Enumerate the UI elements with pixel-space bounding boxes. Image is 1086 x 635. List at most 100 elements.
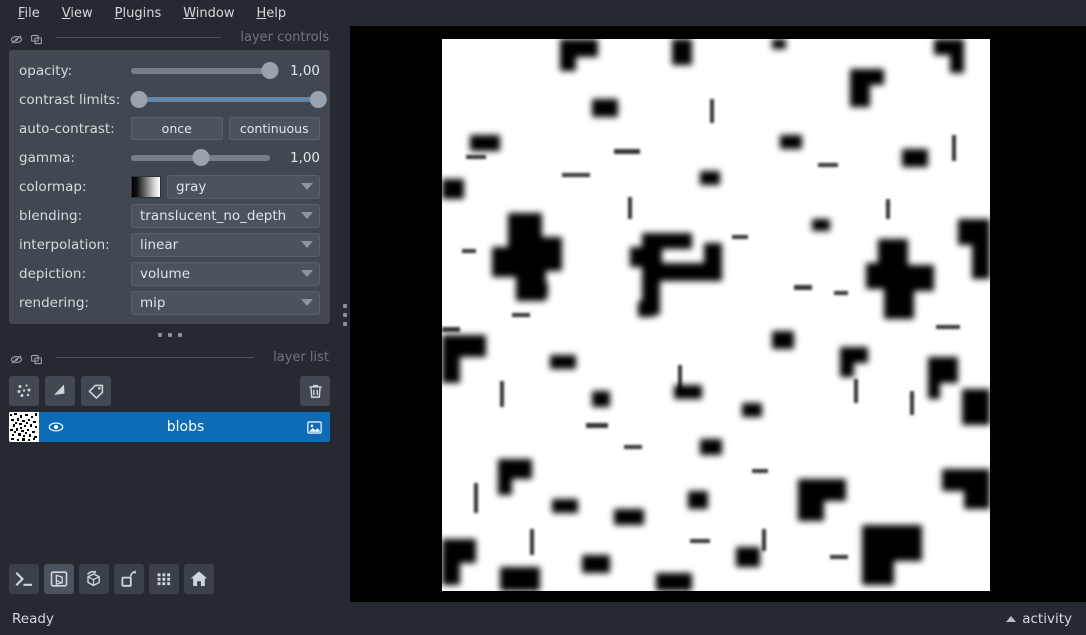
opacity-slider-track <box>131 67 270 74</box>
layer-controls-panel: opacity: 1,00 contrast limits: auto-cont… <box>9 50 330 324</box>
colormap-row: colormap: gray <box>19 174 320 199</box>
console-button[interactable] <box>9 564 39 594</box>
status-message: Ready <box>12 610 54 627</box>
contrast-limits-slider[interactable] <box>130 90 327 110</box>
new-shapes-button[interactable] <box>45 376 75 406</box>
contrast-limits-label: contrast limits: <box>19 91 121 108</box>
gamma-slider[interactable] <box>131 148 270 168</box>
layer-type-indicator <box>298 419 330 436</box>
panel-resize-grip[interactable] <box>0 324 339 346</box>
blending-label: blending: <box>19 207 83 224</box>
home-button[interactable] <box>184 564 214 594</box>
interpolation-label: interpolation: <box>19 236 110 253</box>
grid-view-button[interactable] <box>149 564 179 594</box>
points-icon <box>17 384 31 397</box>
grip-dot <box>167 333 172 337</box>
contrast-limits-high-handle[interactable] <box>309 91 327 108</box>
labels-tag-icon <box>88 384 104 399</box>
layer-controls-title: layer controls <box>240 29 329 45</box>
grid-icon <box>157 573 171 586</box>
chevron-down-icon <box>301 212 313 219</box>
colormap-combobox[interactable]: gray <box>167 174 320 199</box>
float-panel-icon[interactable] <box>30 31 43 44</box>
blobs-image-render <box>442 39 990 591</box>
rendering-value: mip <box>140 294 166 311</box>
viewer-canvas[interactable] <box>350 26 1086 603</box>
chevron-up-icon <box>1006 615 1017 622</box>
contrast-limits-range-line <box>135 98 316 101</box>
rendering-row: rendering: mip <box>19 290 320 315</box>
layer-list-title: layer list <box>273 349 329 365</box>
layer-thumbnail-image <box>9 412 39 442</box>
blending-value: translucent_no_depth <box>140 207 287 224</box>
menu-item-file[interactable]: File <box>10 4 48 23</box>
depiction-value: volume <box>140 265 191 282</box>
menu-item-help[interactable]: Help <box>249 4 295 23</box>
hide-panel-icon[interactable] <box>10 31 23 44</box>
menu-item-view[interactable]: View <box>54 4 101 23</box>
layer-name-label: blobs <box>166 419 205 435</box>
contrast-limits-row: contrast limits: <box>19 87 327 112</box>
menu-bar: File View Plugins Window Help <box>0 0 1086 26</box>
layer-list: blobs <box>0 408 339 442</box>
menu-window-mnemonic: W <box>183 5 196 21</box>
layer-thumbnail <box>9 412 39 442</box>
delete-layer-button[interactable] <box>300 376 330 406</box>
chevron-down-icon <box>301 299 313 306</box>
layer-row-blobs[interactable]: blobs <box>9 412 330 442</box>
rendering-combobox[interactable]: mip <box>131 290 320 315</box>
splitter-dot <box>342 321 347 326</box>
chevron-down-icon <box>301 183 313 190</box>
auto-contrast-continuous-button[interactable]: continuous <box>228 117 320 140</box>
layer-action-buttons <box>0 368 339 408</box>
ndisplay-button[interactable] <box>44 564 74 594</box>
opacity-label: opacity: <box>19 62 73 79</box>
dock-divider-line <box>56 36 222 38</box>
float-panel-icon[interactable] <box>30 351 43 364</box>
new-labels-button[interactable] <box>81 376 111 406</box>
blending-combobox[interactable]: translucent_no_depth <box>131 203 320 228</box>
splitter-dot <box>342 312 347 317</box>
panel-splitter[interactable] <box>339 26 350 603</box>
layer-list-dock-header: layer list <box>0 346 339 368</box>
menu-item-plugins[interactable]: Plugins <box>107 4 170 23</box>
hide-panel-icon[interactable] <box>10 351 23 364</box>
layer-visibility-toggle[interactable] <box>39 418 73 436</box>
auto-contrast-label: auto-contrast: <box>19 120 115 137</box>
auto-contrast-once-button[interactable]: once <box>131 117 223 140</box>
chevron-down-icon <box>301 241 313 248</box>
roll-dims-button[interactable] <box>79 564 109 594</box>
layer-controls-dock-header: layer controls <box>0 26 339 48</box>
menu-help-rest: elp <box>266 5 287 21</box>
new-points-button[interactable] <box>9 376 39 406</box>
viewer-buttons-toolbar <box>0 561 339 597</box>
console-icon <box>15 572 33 586</box>
menu-item-window[interactable]: Window <box>175 4 242 23</box>
opacity-value: 1,00 <box>289 62 320 79</box>
left-dock-panel: layer controls opacity: 1,00 contrast li… <box>0 26 339 603</box>
canvas-image-blobs <box>442 39 990 591</box>
layer-buttons-spacer <box>117 376 294 406</box>
depiction-combobox[interactable]: volume <box>131 261 320 286</box>
interpolation-combobox[interactable]: linear <box>131 232 320 257</box>
roll-cube-icon <box>86 570 100 587</box>
chevron-down-icon <box>301 270 313 277</box>
grip-dot <box>157 333 162 337</box>
gamma-slider-handle[interactable] <box>192 149 209 166</box>
contrast-limits-low-handle[interactable] <box>130 91 148 108</box>
rendering-label: rendering: <box>19 294 89 311</box>
menu-file-rest: ile <box>24 5 40 21</box>
menu-help-mnemonic: H <box>256 5 267 21</box>
interpolation-row: interpolation: linear <box>19 232 320 257</box>
activity-button[interactable]: activity <box>1006 611 1072 627</box>
transpose-icon <box>121 570 136 587</box>
trash-icon <box>308 384 322 398</box>
opacity-slider-handle[interactable] <box>261 62 279 79</box>
ndisplay-2d-3d-icon <box>50 571 68 587</box>
opacity-slider[interactable] <box>131 61 279 81</box>
menu-plugins-rest: lugins <box>122 5 162 21</box>
gamma-value: 1,00 <box>289 149 320 166</box>
activity-label: activity <box>1022 610 1072 627</box>
transpose-dims-button[interactable] <box>114 564 144 594</box>
auto-contrast-row: auto-contrast: once continuous <box>19 116 320 141</box>
